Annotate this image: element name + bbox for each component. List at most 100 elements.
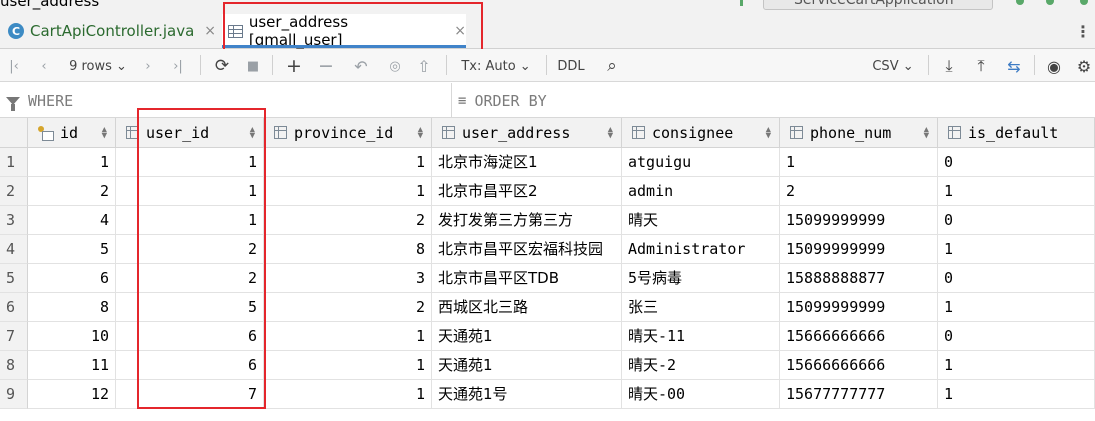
rows-count-selector[interactable]: 9 rows ⌄ bbox=[62, 55, 134, 77]
cell-province-id[interactable]: 1 bbox=[264, 351, 432, 380]
cell-phone-num[interactable]: 15099999999 bbox=[780, 235, 938, 264]
column-header-id[interactable]: id ▲ ▼ bbox=[28, 118, 116, 148]
column-header-user-id[interactable]: user_id ▲ ▼ bbox=[116, 118, 264, 148]
revert-icon[interactable]: ↶ bbox=[350, 55, 372, 77]
cell-consignee[interactable]: 5号病毒 bbox=[622, 264, 780, 293]
table-row[interactable]: 9 12 7 1 天通苑1号 晴天-00 15677777777 1 bbox=[0, 380, 1095, 409]
reload-icon[interactable]: ⟳ bbox=[210, 55, 234, 77]
cell-user-address[interactable]: 西城区北三路 bbox=[432, 293, 622, 322]
gear-icon[interactable]: ⚙ bbox=[1074, 55, 1094, 77]
cell-is-default[interactable]: 0 bbox=[938, 148, 1095, 177]
close-icon[interactable]: × bbox=[454, 23, 466, 39]
cell-id[interactable]: 10 bbox=[28, 322, 116, 351]
sort-arrows-icon[interactable]: ▲ ▼ bbox=[418, 126, 423, 141]
cell-user-address[interactable]: 发打发第三方第三方 bbox=[432, 206, 622, 235]
previous-page-icon[interactable]: ‹ bbox=[34, 55, 54, 77]
order-by-field[interactable]: ≡ ORDER BY bbox=[458, 92, 547, 110]
cell-id[interactable]: 12 bbox=[28, 380, 116, 409]
cell-is-default[interactable]: 0 bbox=[938, 322, 1095, 351]
cell-province-id[interactable]: 1 bbox=[264, 380, 432, 409]
preview-pending-icon[interactable]: ◎ bbox=[384, 55, 406, 77]
where-filter-field[interactable]: WHERE bbox=[6, 92, 73, 111]
run-icon[interactable] bbox=[1016, 0, 1024, 5]
cell-phone-num[interactable]: 1 bbox=[780, 148, 938, 177]
cell-consignee[interactable]: 晴天-2 bbox=[622, 351, 780, 380]
coverage-icon[interactable] bbox=[1080, 0, 1088, 5]
cell-id[interactable]: 1 bbox=[28, 148, 116, 177]
search-icon[interactable]: ⌕ bbox=[600, 55, 624, 77]
cell-is-default[interactable]: 1 bbox=[938, 380, 1095, 409]
cell-user-id[interactable]: 2 bbox=[116, 235, 264, 264]
sort-arrows-icon[interactable]: ▲ ▼ bbox=[766, 126, 771, 141]
cell-user-id[interactable]: 6 bbox=[116, 322, 264, 351]
table-row[interactable]: 7 10 6 1 天通苑1 晴天-11 15666666666 0 bbox=[0, 322, 1095, 351]
table-row[interactable]: 5 6 2 3 北京市昌平区TDB 5号病毒 15888888877 0 bbox=[0, 264, 1095, 293]
sort-arrows-icon[interactable]: ▲ ▼ bbox=[250, 126, 255, 141]
cell-province-id[interactable]: 2 bbox=[264, 206, 432, 235]
cell-is-default[interactable]: 1 bbox=[938, 351, 1095, 380]
close-icon[interactable]: × bbox=[204, 23, 216, 39]
cell-id[interactable]: 6 bbox=[28, 264, 116, 293]
table-row[interactable]: 8 11 6 1 天通苑1 晴天-2 15666666666 1 bbox=[0, 351, 1095, 380]
cell-phone-num[interactable]: 15888888877 bbox=[780, 264, 938, 293]
more-vertical-icon[interactable]: ⋮ bbox=[1075, 22, 1091, 41]
cell-user-address[interactable]: 天通苑1 bbox=[432, 322, 622, 351]
last-page-icon[interactable]: ›| bbox=[168, 55, 188, 77]
cell-consignee[interactable]: admin bbox=[622, 177, 780, 206]
cell-is-default[interactable]: 0 bbox=[938, 206, 1095, 235]
column-header-user-address[interactable]: user_address ▲ ▼ bbox=[432, 118, 622, 148]
cell-province-id[interactable]: 1 bbox=[264, 322, 432, 351]
run-configuration-selector[interactable]: ServiceCartApplication bbox=[763, 0, 993, 10]
transaction-mode-selector[interactable]: Tx: Auto ⌄ bbox=[456, 55, 536, 77]
column-header-province-id[interactable]: province_id ▲ ▼ bbox=[264, 118, 432, 148]
cell-phone-num[interactable]: 15666666666 bbox=[780, 322, 938, 351]
cell-province-id[interactable]: 3 bbox=[264, 264, 432, 293]
cell-id[interactable]: 8 bbox=[28, 293, 116, 322]
next-page-icon[interactable]: › bbox=[138, 55, 158, 77]
ddl-button[interactable]: DDL bbox=[554, 55, 588, 77]
cell-phone-num[interactable]: 15666666666 bbox=[780, 351, 938, 380]
cell-id[interactable]: 4 bbox=[28, 206, 116, 235]
cell-user-id[interactable]: 7 bbox=[116, 380, 264, 409]
compare-icon[interactable]: ⇆ bbox=[1002, 55, 1026, 77]
cell-user-id[interactable]: 1 bbox=[116, 148, 264, 177]
cell-user-address[interactable]: 北京市昌平区2 bbox=[432, 177, 622, 206]
cell-user-address[interactable]: 北京市昌平区TDB bbox=[432, 264, 622, 293]
column-header-phone-num[interactable]: phone_num ▲ ▼ bbox=[780, 118, 938, 148]
cell-is-default[interactable]: 1 bbox=[938, 293, 1095, 322]
first-page-icon[interactable]: |‹ bbox=[4, 55, 24, 77]
cell-consignee[interactable]: 张三 bbox=[622, 293, 780, 322]
table-row[interactable]: 6 8 5 2 西城区北三路 张三 15099999999 1 bbox=[0, 293, 1095, 322]
sort-arrows-icon[interactable]: ▲ ▼ bbox=[608, 126, 613, 141]
download-icon[interactable]: ⤓ bbox=[938, 55, 960, 77]
cell-user-id[interactable]: 5 bbox=[116, 293, 264, 322]
add-row-icon[interactable]: + bbox=[284, 55, 304, 77]
cell-id[interactable]: 11 bbox=[28, 351, 116, 380]
delete-row-icon[interactable]: − bbox=[316, 55, 336, 77]
view-icon[interactable]: ◉ bbox=[1042, 55, 1066, 77]
cell-id[interactable]: 2 bbox=[28, 177, 116, 206]
cell-user-id[interactable]: 1 bbox=[116, 177, 264, 206]
cell-user-address[interactable]: 北京市海淀区1 bbox=[432, 148, 622, 177]
sort-arrows-icon[interactable]: ▲ ▼ bbox=[102, 126, 107, 141]
cell-province-id[interactable]: 8 bbox=[264, 235, 432, 264]
cell-phone-num[interactable]: 15677777777 bbox=[780, 380, 938, 409]
cell-is-default[interactable]: 1 bbox=[938, 177, 1095, 206]
stop-icon[interactable]: ■ bbox=[243, 55, 263, 77]
debug-icon[interactable] bbox=[1046, 0, 1054, 5]
cell-consignee[interactable]: Administrator bbox=[622, 235, 780, 264]
column-header-is-default[interactable]: is_default bbox=[938, 118, 1095, 148]
cell-user-id[interactable]: 1 bbox=[116, 206, 264, 235]
cell-is-default[interactable]: 1 bbox=[938, 235, 1095, 264]
cell-consignee[interactable]: 晴天 bbox=[622, 206, 780, 235]
cell-user-address[interactable]: 天通苑1号 bbox=[432, 380, 622, 409]
cell-province-id[interactable]: 2 bbox=[264, 293, 432, 322]
table-row[interactable]: 4 5 2 8 北京市昌平区宏福科技园 Administrator 15099999999 1 bbox=[0, 235, 1095, 264]
cell-phone-num[interactable]: 2 bbox=[780, 177, 938, 206]
tab-cart-api-controller[interactable]: C CartApiController.java × bbox=[0, 14, 220, 48]
build-arrow-icon[interactable] bbox=[740, 0, 748, 6]
cell-consignee[interactable]: atguigu bbox=[622, 148, 780, 177]
cell-id[interactable]: 5 bbox=[28, 235, 116, 264]
cell-user-id[interactable]: 6 bbox=[116, 351, 264, 380]
cell-province-id[interactable]: 1 bbox=[264, 177, 432, 206]
